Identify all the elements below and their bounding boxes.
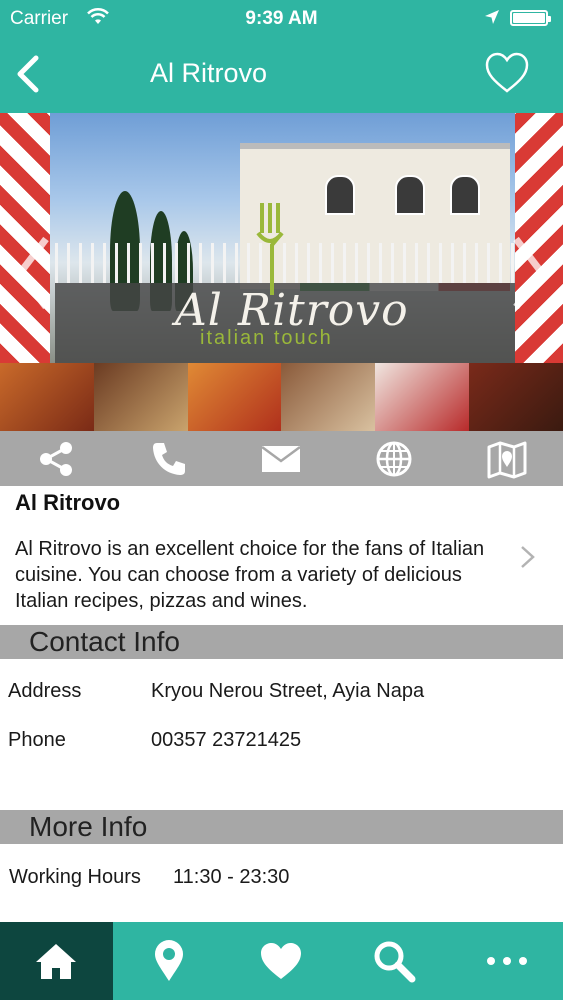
map-button[interactable] <box>450 431 563 486</box>
tab-home[interactable] <box>0 922 113 1000</box>
photo-strip <box>0 363 563 431</box>
building-window <box>450 175 480 215</box>
action-bar <box>0 431 563 486</box>
working-hours-value: 11:30 - 23:30 <box>173 866 290 888</box>
business-name: Al Ritrovo <box>15 490 121 515</box>
working-hours-label: Working Hours <box>9 866 141 888</box>
photo-thumb <box>281 363 376 431</box>
tab-map[interactable] <box>113 922 226 1000</box>
gallery-prev-button[interactable] <box>12 233 54 313</box>
share-icon <box>40 441 73 476</box>
heart-icon <box>261 943 302 979</box>
status-bar: Carrier 9:39 AM <box>0 0 563 38</box>
navigation-bar: Carrier 9:39 AM Al Ritrovo <box>0 0 563 113</box>
logo-subtitle: italian touch <box>200 327 333 349</box>
building-window <box>325 175 355 215</box>
home-icon <box>36 944 77 979</box>
more-icon <box>486 957 527 965</box>
tab-favorites[interactable] <box>225 922 338 1000</box>
favorite-button[interactable] <box>484 50 530 96</box>
phone-value[interactable]: 00357 23721425 <box>151 729 301 752</box>
search-icon <box>374 941 416 983</box>
tab-bar <box>0 922 563 1000</box>
location-pin-icon <box>154 940 183 981</box>
restaurant-photo-gallery[interactable]: Al Ritrovo italian touch <box>0 113 563 431</box>
phone-label: Phone <box>8 729 66 751</box>
page-title: Al Ritrovo <box>150 58 268 88</box>
location-arrow-icon <box>485 10 499 24</box>
more-info-header: More Info <box>0 810 563 844</box>
tab-more[interactable] <box>450 922 563 1000</box>
gallery-next-button[interactable] <box>508 233 550 313</box>
map-icon <box>487 441 527 478</box>
more-info-heading: More Info <box>29 811 148 842</box>
status-time: 9:39 AM <box>245 8 318 29</box>
fork-logo-icon <box>256 203 284 295</box>
address-label: Address <box>8 680 82 702</box>
share-button[interactable] <box>0 431 113 486</box>
mail-icon <box>261 445 302 472</box>
photo-thumb <box>469 363 563 431</box>
battery-icon <box>510 10 551 26</box>
call-button[interactable] <box>113 431 226 486</box>
contact-info-header: Contact Info <box>0 625 563 659</box>
chevron-right-icon[interactable] <box>518 544 538 570</box>
back-button[interactable] <box>10 50 46 98</box>
phone-icon <box>152 442 185 475</box>
contact-info-heading: Contact Info <box>29 626 180 657</box>
globe-icon <box>376 441 412 476</box>
website-button[interactable] <box>338 431 451 486</box>
building-window <box>395 175 425 215</box>
business-description[interactable]: Al Ritrovo is an excellent choice for th… <box>15 536 505 614</box>
photo-thumb <box>93 363 188 431</box>
email-button[interactable] <box>225 431 338 486</box>
photo-thumb <box>0 363 94 431</box>
tab-search[interactable] <box>338 922 451 1000</box>
photo-thumb <box>187 363 282 431</box>
photo-thumb <box>375 363 470 431</box>
address-value[interactable]: Kryou Nerou Street, Ayia Napa <box>151 680 424 703</box>
